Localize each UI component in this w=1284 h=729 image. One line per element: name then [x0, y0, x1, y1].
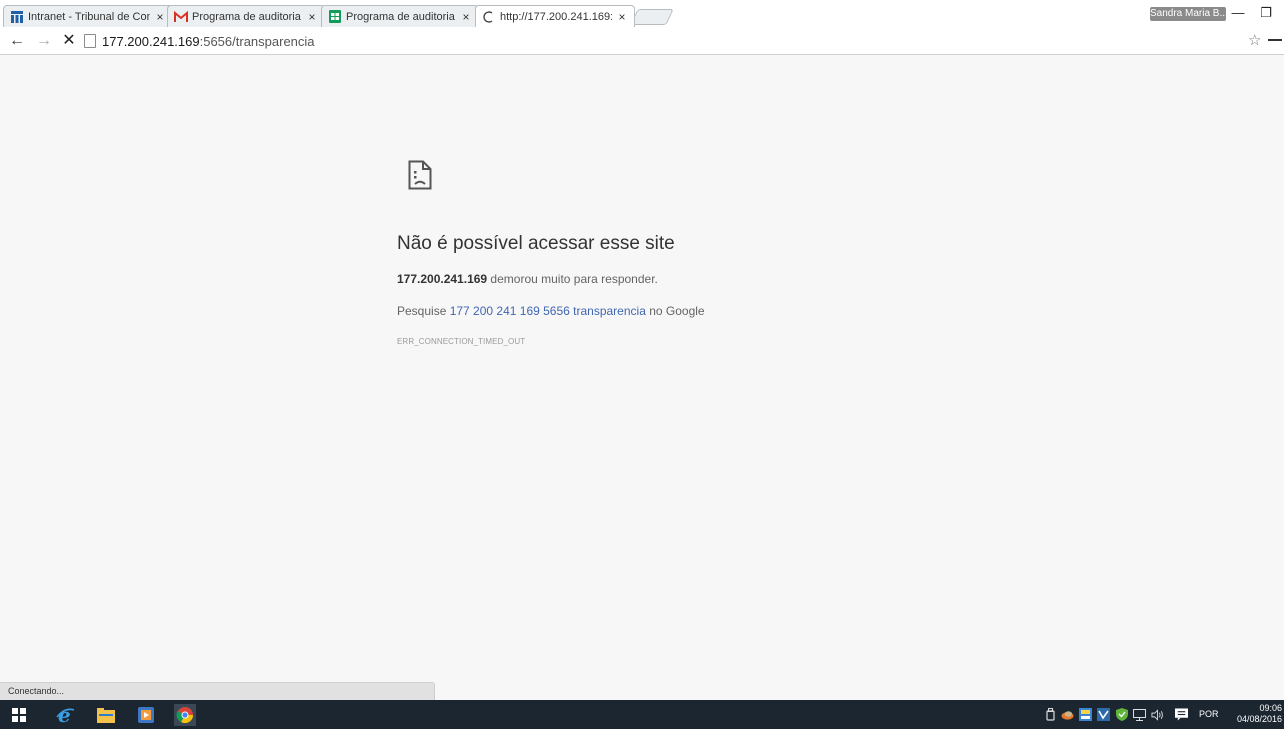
file-explorer-icon[interactable]: [95, 704, 117, 726]
error-suggestion: Pesquise 177 200 241 169 5656 transparen…: [397, 304, 705, 318]
tab-intranet[interactable]: Intranet - Tribunal de Con ×: [3, 5, 173, 27]
taskbar: e POR 09:06 04/08/2016: [0, 700, 1284, 729]
profile-button[interactable]: Sandra Maria B...: [1150, 7, 1226, 21]
chrome-icon[interactable]: [174, 704, 196, 726]
tab-strip: Intranet - Tribunal de Con × Programa de…: [0, 0, 1284, 27]
close-icon[interactable]: ×: [616, 10, 628, 24]
security-shield-icon[interactable]: [1115, 708, 1128, 721]
error-heading: Não é possível acessar esse site: [397, 233, 675, 254]
tab-sheets[interactable]: Programa de auditoria de ×: [321, 5, 479, 27]
error-summary-text: demorou muito para responder.: [487, 272, 658, 286]
app-tray-icon[interactable]: [1097, 708, 1110, 721]
tab-title: Programa de auditoria de: [192, 10, 302, 23]
intranet-icon: [10, 10, 24, 24]
sheets-icon: [328, 10, 342, 24]
loading-spinner-icon: [482, 10, 496, 24]
suggest-prefix: Pesquise: [397, 304, 450, 318]
toolbar: ← → ✕ 177.200.241.169:5656/transparencia…: [0, 27, 1284, 55]
status-bubble: Conectando...: [0, 682, 435, 700]
minimize-button[interactable]: —: [1228, 4, 1248, 22]
tab-title: http://177.200.241.169:56: [500, 10, 612, 23]
bookmark-star-icon[interactable]: ☆: [1248, 31, 1261, 49]
stop-button[interactable]: ✕: [60, 31, 78, 51]
tab-current[interactable]: http://177.200.241.169:56 ×: [475, 5, 635, 27]
tab-title: Programa de auditoria de: [346, 10, 456, 23]
input-language[interactable]: POR: [1199, 709, 1219, 719]
address-host: 177.200.241.169: [102, 33, 200, 49]
sad-page-icon: [408, 160, 432, 195]
media-player-icon[interactable]: [135, 704, 157, 726]
cloud-sync-icon[interactable]: [1061, 708, 1074, 721]
internet-explorer-icon[interactable]: e: [54, 704, 76, 726]
clock[interactable]: 09:06 04/08/2016: [1232, 703, 1282, 725]
close-icon[interactable]: ×: [154, 10, 166, 24]
windows-start-icon[interactable]: [8, 704, 30, 726]
gmail-icon: [174, 10, 188, 24]
google-search-link[interactable]: 177 200 241 169 5656 transparencia: [450, 304, 646, 318]
error-code: ERR_CONNECTION_TIMED_OUT: [397, 337, 526, 346]
usb-icon[interactable]: [1044, 708, 1057, 721]
tab-gmail[interactable]: Programa de auditoria de ×: [167, 5, 325, 27]
error-summary: 177.200.241.169 demorou muito para respo…: [397, 272, 658, 286]
notifications-icon[interactable]: [1175, 708, 1188, 721]
back-button[interactable]: ←: [8, 31, 26, 51]
error-host: 177.200.241.169: [397, 272, 488, 286]
menu-icon[interactable]: [1268, 39, 1282, 41]
new-tab-button[interactable]: [630, 9, 674, 25]
forward-button[interactable]: →: [35, 31, 53, 51]
svg-text:e: e: [58, 705, 71, 725]
close-icon[interactable]: ×: [460, 10, 472, 24]
page-content: Não é possível acessar esse site 177.200…: [0, 56, 1284, 700]
tab-title: Intranet - Tribunal de Con: [28, 10, 150, 23]
suggest-suffix: no Google: [645, 304, 705, 318]
restore-button[interactable]: ❐: [1256, 4, 1276, 22]
clock-time: 09:06: [1259, 703, 1282, 713]
network-drive-icon[interactable]: [1079, 708, 1092, 721]
close-icon[interactable]: ×: [306, 10, 318, 24]
volume-icon[interactable]: [1151, 708, 1164, 721]
clock-date: 04/08/2016: [1236, 714, 1282, 724]
page-icon: [84, 34, 96, 48]
address-path: :5656/transparencia: [199, 33, 315, 49]
address-bar[interactable]: 177.200.241.169:5656/transparencia: [84, 31, 1264, 51]
network-icon[interactable]: [1133, 708, 1146, 721]
